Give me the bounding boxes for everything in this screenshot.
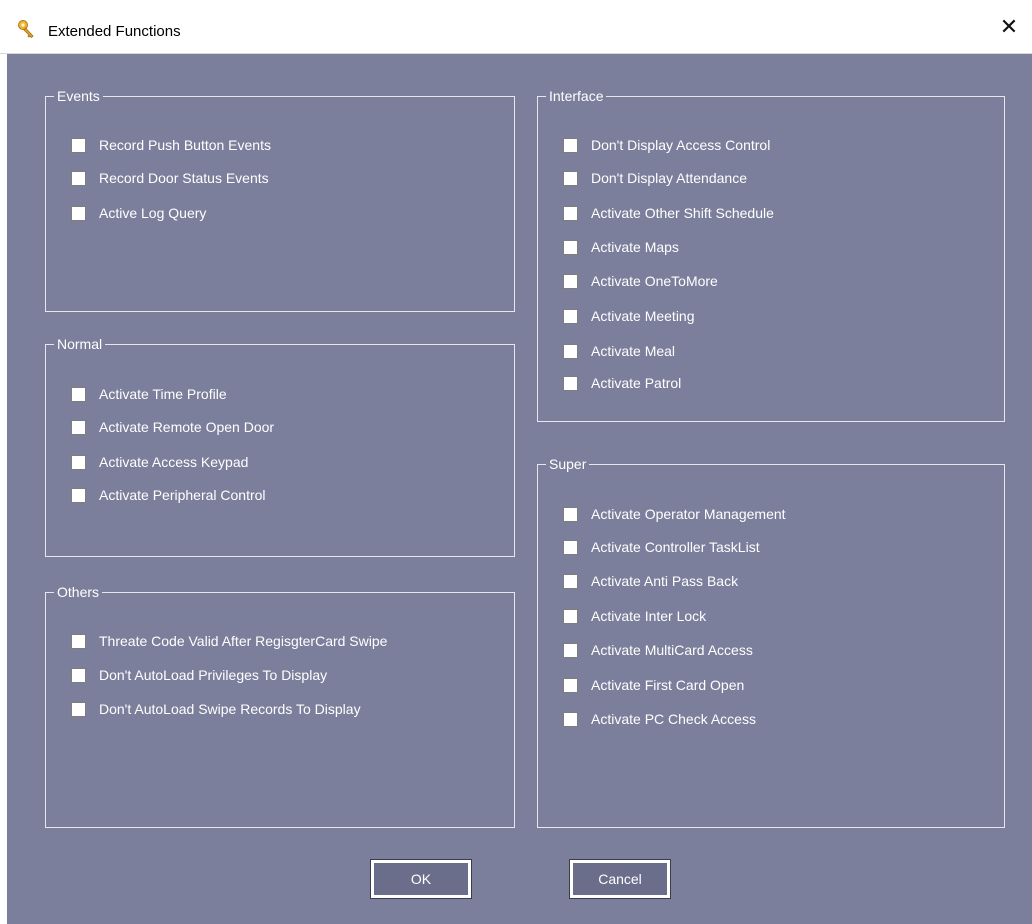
checkbox-activate-access-keypad[interactable]: Activate Access Keypad [71, 452, 248, 472]
checkbox-activate-inter-lock[interactable]: Activate Inter Lock [563, 606, 706, 626]
checkbox[interactable] [71, 419, 86, 435]
checkbox[interactable] [71, 633, 86, 649]
checkbox-activate-remote-open-door[interactable]: Activate Remote Open Door [71, 417, 274, 437]
checkbox[interactable] [563, 308, 578, 324]
checkbox[interactable] [563, 711, 578, 727]
group-others: Others Threate Code Valid After Regisgte… [45, 584, 515, 828]
checkbox-threate-code-valid[interactable]: Threate Code Valid After RegisgterCard S… [71, 631, 387, 651]
checkbox[interactable] [563, 642, 578, 658]
checkbox-activate-controller-tasklist[interactable]: Activate Controller TaskList [563, 537, 760, 557]
checkbox-dont-display-access-control[interactable]: Don't Display Access Control [563, 135, 770, 155]
checkbox-active-log-query[interactable]: Active Log Query [71, 203, 206, 223]
checkbox[interactable] [71, 487, 86, 503]
checkbox[interactable] [71, 454, 86, 470]
checkbox-record-door-status-events[interactable]: Record Door Status Events [71, 168, 269, 188]
cancel-button[interactable]: Cancel [570, 860, 670, 898]
group-events: Events Record Push Button Events Record … [45, 88, 515, 312]
group-super-title: Super [546, 456, 590, 472]
checkbox-activate-anti-pass-back[interactable]: Activate Anti Pass Back [563, 571, 738, 591]
checkbox-dont-autoload-swipe-records[interactable]: Don't AutoLoad Swipe Records To Display [71, 699, 361, 719]
checkbox-activate-meal[interactable]: Activate Meal [563, 341, 675, 361]
checkbox[interactable] [71, 386, 86, 402]
window-title: Extended Functions [48, 23, 181, 40]
checkbox[interactable] [563, 375, 578, 391]
checkbox[interactable] [563, 506, 578, 522]
checkbox[interactable] [563, 137, 578, 153]
checkbox[interactable] [71, 667, 86, 683]
checkbox-activate-patrol[interactable]: Activate Patrol [563, 373, 681, 393]
checkbox-activate-pc-check-access[interactable]: Activate PC Check Access [563, 709, 756, 729]
checkbox-activate-time-profile[interactable]: Activate Time Profile [71, 384, 227, 404]
group-events-title: Events [54, 88, 103, 104]
checkbox-dont-autoload-privileges[interactable]: Don't AutoLoad Privileges To Display [71, 665, 327, 685]
group-normal-title: Normal [54, 336, 106, 352]
checkbox-activate-meeting[interactable]: Activate Meeting [563, 306, 695, 326]
checkbox[interactable] [71, 137, 86, 153]
checkbox-activate-maps[interactable]: Activate Maps [563, 237, 679, 257]
checkbox[interactable] [563, 608, 578, 624]
checkbox-activate-multicard-access[interactable]: Activate MultiCard Access [563, 640, 753, 660]
checkbox[interactable] [563, 205, 578, 221]
group-normal: Normal Activate Time Profile Activate Re… [45, 336, 515, 557]
group-interface-title: Interface [546, 88, 607, 104]
checkbox-activate-first-card-open[interactable]: Activate First Card Open [563, 675, 744, 695]
checkbox[interactable] [563, 343, 578, 359]
group-interface: Interface Don't Display Access Control D… [537, 88, 1005, 422]
checkbox-activate-onetomore[interactable]: Activate OneToMore [563, 271, 718, 291]
checkbox[interactable] [563, 273, 578, 289]
checkbox[interactable] [563, 539, 578, 555]
checkbox-record-push-button-events[interactable]: Record Push Button Events [71, 135, 271, 155]
checkbox[interactable] [563, 170, 578, 186]
dialog-body: Events Record Push Button Events Record … [7, 54, 1032, 924]
checkbox[interactable] [563, 677, 578, 693]
checkbox[interactable] [71, 701, 86, 717]
close-button[interactable]: ✕ [986, 0, 1032, 54]
close-icon[interactable]: ✕ [1000, 14, 1018, 40]
title-bar: Extended Functions ✕ [0, 0, 1032, 54]
checkbox[interactable] [71, 205, 86, 221]
key-icon [18, 20, 34, 39]
group-super: Super Activate Operator Management Activ… [537, 456, 1005, 828]
checkbox-activate-other-shift-schedule[interactable]: Activate Other Shift Schedule [563, 203, 774, 223]
checkbox[interactable] [563, 239, 578, 255]
checkbox[interactable] [563, 573, 578, 589]
checkbox-dont-display-attendance[interactable]: Don't Display Attendance [563, 168, 747, 188]
checkbox-activate-operator-management[interactable]: Activate Operator Management [563, 504, 786, 524]
checkbox-activate-peripheral-control[interactable]: Activate Peripheral Control [71, 485, 266, 505]
group-others-title: Others [54, 584, 103, 600]
ok-button[interactable]: OK [371, 860, 471, 898]
checkbox[interactable] [71, 170, 86, 186]
